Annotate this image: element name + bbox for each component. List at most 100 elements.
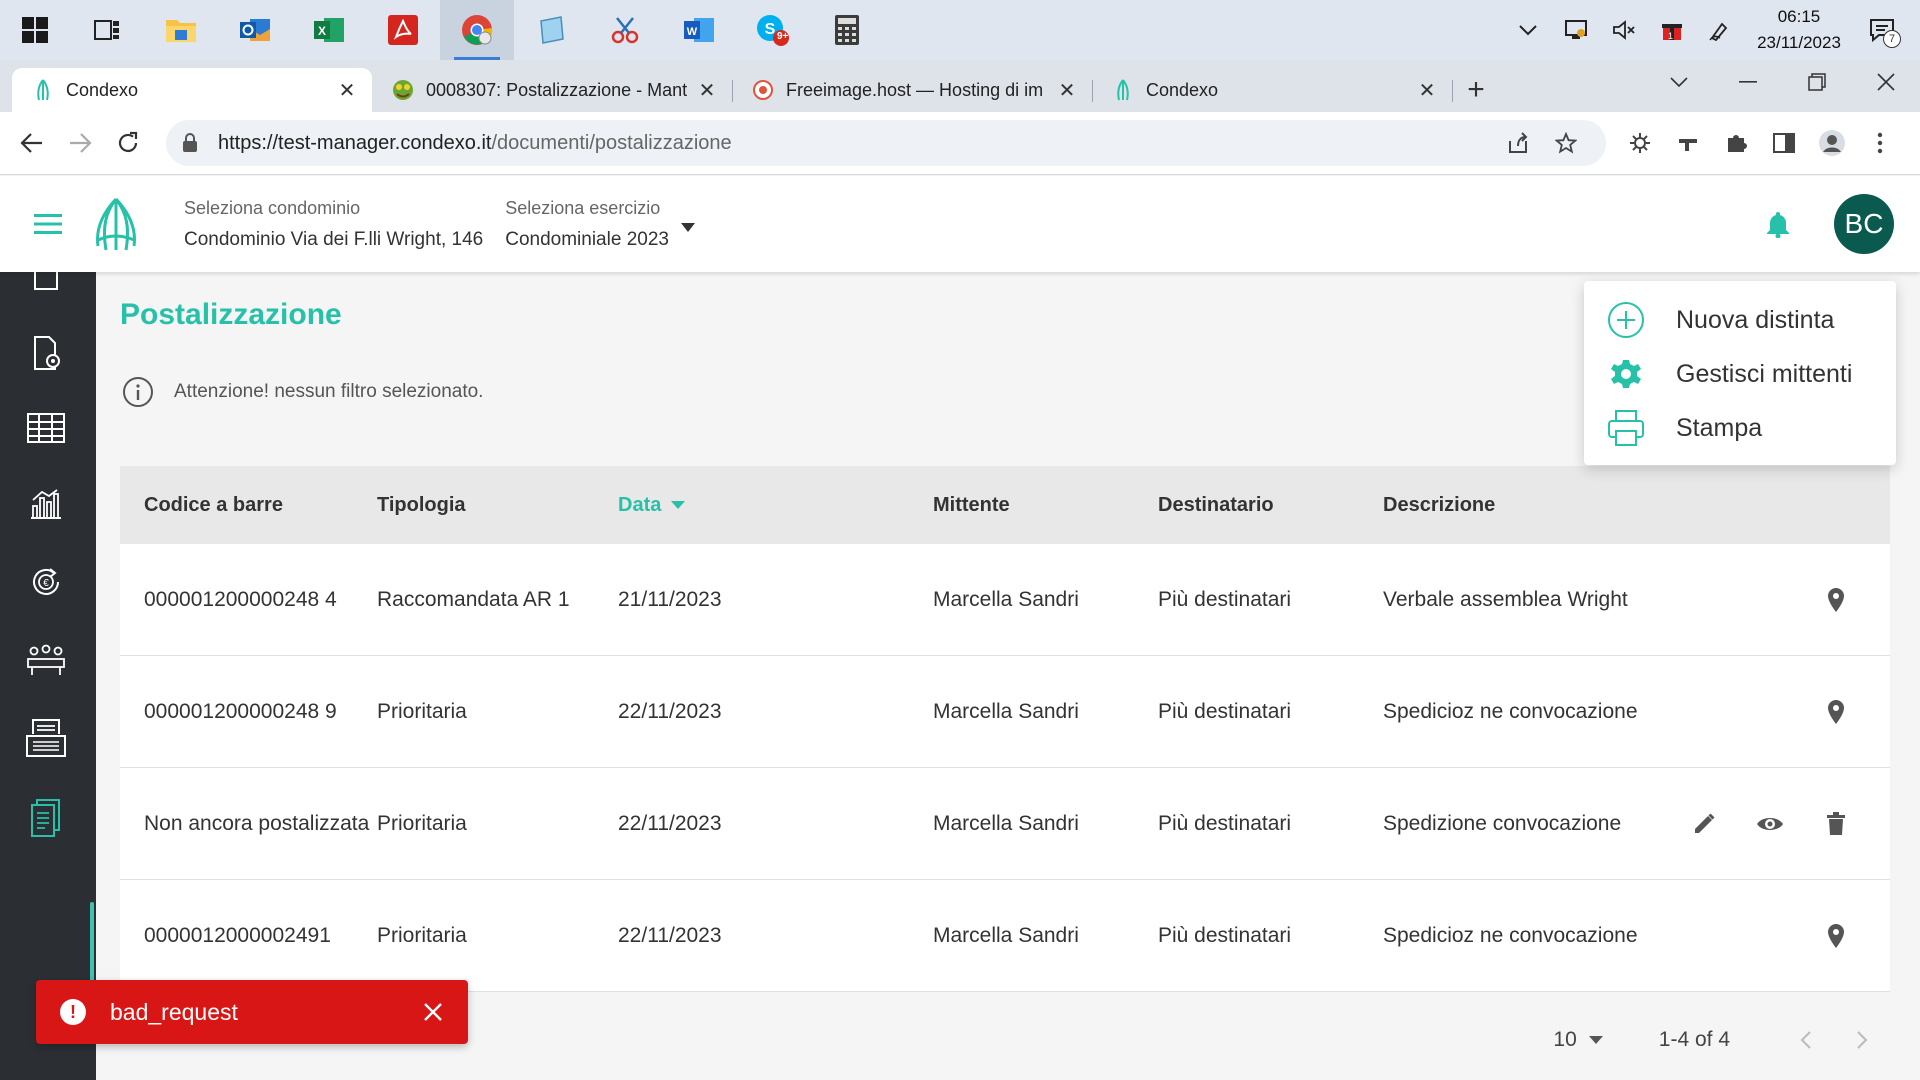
side-panel-icon[interactable]	[1760, 119, 1808, 167]
reload-button[interactable]	[104, 119, 152, 167]
snipping-tool-button[interactable]	[588, 0, 662, 60]
share-icon[interactable]	[1494, 132, 1542, 154]
column-header-codice[interactable]: Codice a barre	[120, 490, 377, 520]
close-icon[interactable]: ✕	[1416, 78, 1438, 103]
extension-gear-icon[interactable]	[1616, 119, 1664, 167]
chevron-down-icon	[1588, 1036, 1603, 1044]
sidebar-item-table[interactable]	[0, 392, 92, 464]
arrow-left-icon	[20, 133, 42, 153]
esercizio-selector[interactable]: Seleziona esercizio Condominiale 2023	[505, 198, 669, 251]
tab-condexo-active[interactable]: Condexo ✕	[12, 68, 372, 112]
trash-icon[interactable]	[1822, 810, 1850, 838]
lock-icon[interactable]	[182, 133, 206, 153]
menu-item-stampa[interactable]: Stampa	[1584, 401, 1896, 455]
volume-muted-icon[interactable]	[1600, 0, 1648, 60]
clock[interactable]: 06:15 23/11/2023	[1744, 4, 1854, 56]
cell-destinatario: Più destinatari	[1158, 811, 1292, 835]
acrobat-button[interactable]	[366, 0, 440, 60]
minimize-icon[interactable]	[1713, 60, 1782, 104]
euro-cycle-icon: €	[33, 568, 59, 595]
sidebar-item-inbox[interactable]	[0, 702, 92, 774]
previous-page-button[interactable]	[1778, 1016, 1834, 1064]
skype-button[interactable]: S 9+	[736, 0, 810, 60]
tab-search-icon[interactable]	[1644, 60, 1713, 104]
meeting-icon	[27, 644, 65, 675]
avatar[interactable]: BC	[1834, 194, 1894, 254]
esercizio-dropdown-icon[interactable]	[680, 216, 695, 237]
display-icon[interactable]	[1552, 0, 1600, 60]
location-icon[interactable]	[1822, 698, 1850, 726]
location-icon[interactable]	[1822, 922, 1850, 950]
close-window-icon[interactable]	[1851, 60, 1920, 104]
notepad-button[interactable]	[514, 0, 588, 60]
condominio-selector[interactable]: Seleziona condominio Condominio Via dei …	[184, 198, 483, 251]
table-row[interactable]: 000001200000248 4 Raccomandata AR 1 21/1…	[120, 544, 1890, 656]
notification-center-button[interactable]: 7	[1854, 0, 1910, 60]
windows-logo-icon	[22, 17, 48, 43]
sidebar-item-charts[interactable]	[0, 468, 92, 540]
folder-icon	[166, 20, 196, 42]
toast-message: bad_request	[110, 998, 238, 1025]
calculator-button[interactable]	[810, 0, 884, 60]
tab-condexo[interactable]: Condexo ✕	[1092, 68, 1453, 112]
chevron-left-icon	[1800, 1031, 1811, 1049]
task-view-button[interactable]	[70, 0, 144, 60]
notifications-button[interactable]	[1752, 198, 1804, 250]
file-explorer-button[interactable]	[144, 0, 218, 60]
star-icon[interactable]	[1542, 132, 1590, 154]
table-row[interactable]: Non ancora postalizzata Prioritaria 22/1…	[120, 768, 1890, 880]
alert-text: Attenzione! nessun filtro selezionato.	[174, 381, 484, 402]
tab-freeimage[interactable]: Freeimage.host — Hosting di im ✕	[732, 68, 1093, 112]
outlook-button[interactable]	[218, 0, 292, 60]
back-button[interactable]	[8, 119, 56, 167]
page-size-select[interactable]: 10	[1553, 1028, 1603, 1052]
menu-item-gestisci-mittenti[interactable]: Gestisci mittenti	[1584, 347, 1896, 401]
new-tab-button[interactable]: +	[1452, 68, 1500, 112]
menu-toggle-button[interactable]	[0, 176, 96, 272]
more-vert-icon[interactable]	[1856, 119, 1904, 167]
sidebar-item-postalizzazione[interactable]	[0, 782, 92, 854]
puzzle-icon[interactable]	[1712, 119, 1760, 167]
svg-text:€: €	[43, 578, 49, 589]
extension-tool-icon[interactable]	[1664, 119, 1712, 167]
sidebar-item-document-settings[interactable]	[0, 318, 92, 390]
restore-icon[interactable]	[1782, 60, 1851, 104]
table-row[interactable]: 000001200000248 9 Prioritaria 22/11/2023…	[120, 656, 1890, 768]
url-path: /documenti/postalizzazione	[491, 131, 732, 154]
forward-button[interactable]	[56, 119, 104, 167]
table-row[interactable]: 0000012000002491 Prioritaria 22/11/2023 …	[120, 880, 1890, 992]
sidebar-item-payments[interactable]: €	[0, 546, 92, 618]
location-icon[interactable]	[1822, 586, 1850, 614]
address-bar[interactable]: https://test-manager.condexo.it/document…	[166, 120, 1606, 166]
column-header-data[interactable]: Data	[618, 490, 933, 520]
gift-icon[interactable]: 1	[1648, 0, 1696, 60]
chrome-button[interactable]	[440, 0, 514, 60]
close-icon[interactable]	[418, 997, 448, 1027]
column-header-descrizione[interactable]: Descrizione	[1383, 490, 1648, 520]
close-icon[interactable]: ✕	[336, 78, 358, 103]
profile-icon[interactable]	[1808, 119, 1856, 167]
column-header-mittente[interactable]: Mittente	[933, 490, 1158, 520]
esercizio-label: Seleziona esercizio	[505, 197, 661, 218]
sidebar-item-meeting[interactable]	[0, 624, 92, 696]
clock-date: 23/11/2023	[1757, 33, 1841, 52]
tab-mantis[interactable]: 0008307: Postalizzazione - Mant ✕	[372, 68, 733, 112]
cell-descrizione: Verbale assemblea Wright	[1383, 587, 1628, 611]
close-icon[interactable]: ✕	[696, 78, 718, 103]
column-header-tipologia[interactable]: Tipologia	[377, 490, 618, 520]
postalizzazione-table: Codice a barre Tipologia Data Mittente D…	[120, 466, 1890, 992]
windows-start-button[interactable]	[0, 0, 70, 60]
menu-item-nuova-distinta[interactable]: Nuova distinta	[1584, 293, 1896, 347]
cell-tipologia: Prioritaria	[377, 699, 467, 723]
column-header-destinatario[interactable]: Destinatario	[1158, 490, 1383, 520]
pen-icon[interactable]	[1696, 0, 1744, 60]
next-page-button[interactable]	[1834, 1016, 1890, 1064]
eye-icon[interactable]	[1756, 810, 1784, 838]
chevron-up-icon[interactable]	[1504, 0, 1552, 60]
condexo-logo[interactable]	[90, 194, 142, 254]
word-button[interactable]: W	[662, 0, 736, 60]
excel-button[interactable]: X	[292, 0, 366, 60]
document-settings-icon	[34, 336, 60, 370]
close-icon[interactable]: ✕	[1056, 78, 1078, 103]
edit-icon[interactable]	[1690, 810, 1718, 838]
